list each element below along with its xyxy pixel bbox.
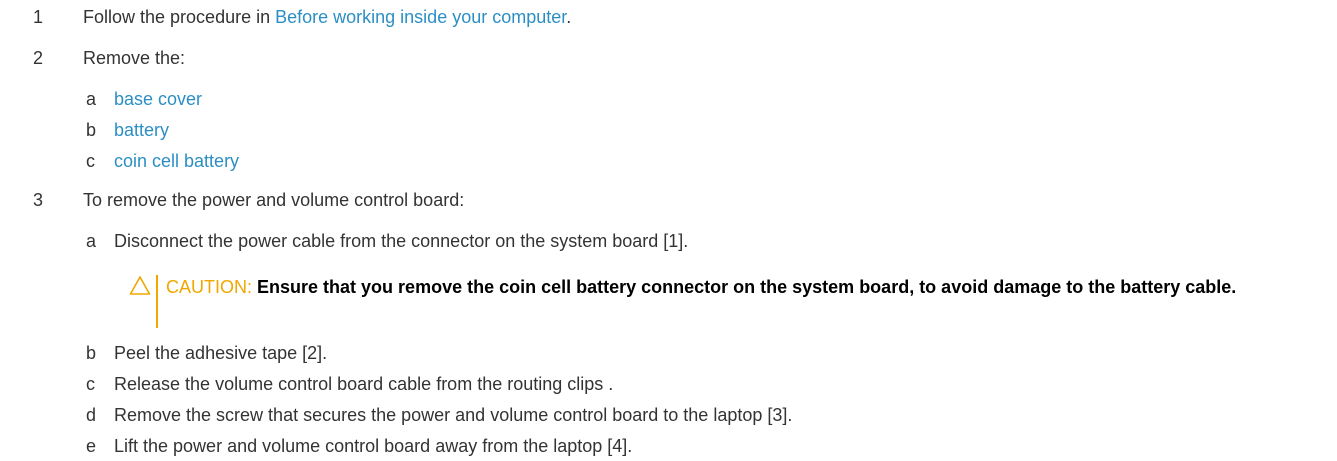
substep-text: Peel the adhesive tape [2]. <box>114 343 328 363</box>
substep-letter: d <box>86 405 97 425</box>
substep-3a: a Disconnect the power cable from the co… <box>86 230 688 252</box>
caution-label: CAUTION: <box>166 277 253 297</box>
step-text-end: . <box>566 7 572 27</box>
step-3: 3 To remove the power and volume control… <box>33 189 464 211</box>
step-text: To remove the power and volume control b… <box>83 190 465 210</box>
before-working-link[interactable]: Before working inside your computer <box>275 7 566 27</box>
caution-text: CAUTION: Ensure that you remove the coin… <box>166 274 1331 300</box>
substep-3e: e Lift the power and volume control boar… <box>86 435 632 457</box>
substep-letter: b <box>86 343 97 363</box>
caution-message: Ensure that you remove the coin cell bat… <box>257 277 1237 297</box>
substep-letter: a <box>86 89 97 109</box>
substep-text: Disconnect the power cable from the conn… <box>114 231 689 251</box>
substep-letter: b <box>86 120 97 140</box>
step-1: 1 Follow the procedure in Before working… <box>33 6 571 28</box>
substep-3b: b Peel the adhesive tape [2]. <box>86 342 327 364</box>
step-number: 1 <box>33 7 44 27</box>
step-number: 3 <box>33 190 44 210</box>
caution-divider <box>156 275 158 328</box>
battery-link[interactable]: battery <box>114 119 169 141</box>
step-text: Follow the procedure in <box>83 7 276 27</box>
substep-2a: a base cover <box>86 88 202 110</box>
substep-2b: b battery <box>86 119 169 141</box>
warning-triangle-icon <box>129 276 151 295</box>
substep-letter: c <box>86 151 95 171</box>
substep-text: Lift the power and volume control board … <box>114 436 633 456</box>
substep-2c: c coin cell battery <box>86 150 239 172</box>
step-2: 2 Remove the: <box>33 47 185 69</box>
step-number: 2 <box>33 48 44 68</box>
coin-cell-battery-link[interactable]: coin cell battery <box>114 150 239 172</box>
substep-3c: c Release the volume control board cable… <box>86 373 613 395</box>
substep-text: Remove the screw that secures the power … <box>114 405 793 425</box>
substep-letter: a <box>86 231 97 251</box>
substep-letter: e <box>86 436 97 456</box>
substep-text: Release the volume control board cable f… <box>114 374 614 394</box>
substep-letter: c <box>86 374 95 394</box>
substep-3d: d Remove the screw that secures the powe… <box>86 404 792 426</box>
base-cover-link[interactable]: base cover <box>114 88 202 110</box>
step-text: Remove the: <box>83 48 186 68</box>
